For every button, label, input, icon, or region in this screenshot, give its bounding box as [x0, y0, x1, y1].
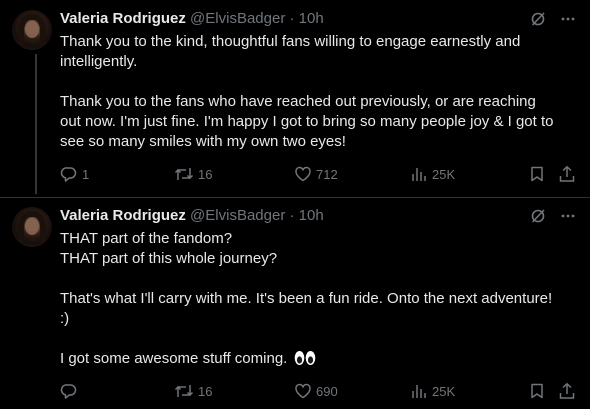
views-count: 25K	[432, 383, 456, 399]
tweet-actions-wrap: 1 16 712 25K	[60, 0, 580, 197]
views-count: 25K	[432, 166, 456, 182]
like-button[interactable]: 690	[294, 381, 338, 401]
heart-icon	[295, 383, 311, 399]
bookmark-icon	[531, 383, 543, 399]
reply-button[interactable]: 1	[60, 164, 89, 184]
tweet-actions: 1 16 712 25K	[60, 164, 580, 184]
like-button[interactable]: 712	[294, 164, 338, 184]
share-button[interactable]	[558, 164, 580, 184]
share-button[interactable]	[558, 381, 580, 401]
tweet[interactable]: Valeria Rodriguez @ElvisBadger · 10h	[0, 197, 590, 409]
bookmark-button[interactable]	[528, 381, 550, 401]
tweet-actions: 16 690 25K	[60, 381, 580, 401]
reply-button[interactable]	[60, 381, 82, 401]
share-icon	[559, 165, 575, 182]
avatar-column	[12, 207, 52, 247]
retweet-count: 16	[198, 166, 213, 182]
like-count: 712	[316, 166, 338, 182]
bookmark-icon	[531, 166, 543, 182]
views-icon	[412, 168, 426, 181]
tweet-actions-wrap: 16 690 25K	[60, 197, 580, 409]
tweet[interactable]: Valeria Rodriguez @ElvisBadger · 10h	[0, 0, 590, 198]
share-icon	[559, 382, 575, 399]
bookmark-button[interactable]	[528, 164, 550, 184]
reply-icon	[60, 167, 77, 182]
avatar-column	[12, 10, 52, 50]
heart-icon	[295, 166, 311, 182]
timeline: Valeria Rodriguez @ElvisBadger · 10h Tha…	[0, 0, 590, 409]
avatar[interactable]	[12, 207, 52, 247]
retweet-button[interactable]: 16	[174, 381, 212, 401]
thread-connector-line	[35, 54, 37, 194]
retweet-icon	[174, 385, 194, 397]
reply-icon	[60, 384, 77, 399]
views-button[interactable]: 25K	[410, 381, 455, 401]
views-button[interactable]: 25K	[410, 164, 455, 184]
retweet-icon	[174, 168, 194, 180]
views-icon	[412, 385, 426, 398]
retweet-button[interactable]: 16	[174, 164, 212, 184]
avatar[interactable]	[12, 10, 52, 50]
reply-count: 1	[82, 166, 90, 182]
retweet-count: 16	[198, 383, 213, 399]
like-count: 690	[316, 383, 338, 399]
